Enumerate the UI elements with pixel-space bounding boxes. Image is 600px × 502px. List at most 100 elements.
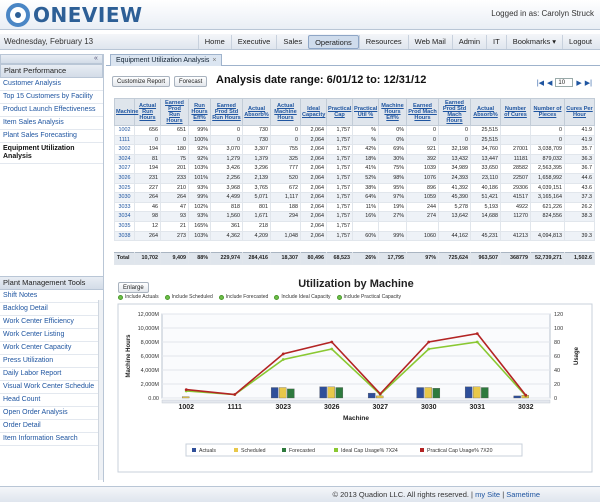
toggle-ideal-capacity[interactable]: Include Ideal Capacity [274,294,331,300]
tab-bar: Equipment Utilization Analysis × [106,54,600,66]
tool-backlog-detail[interactable]: Backlog Detail [0,303,103,316]
table-row[interactable]: 1002 656 651 99% 0 730 0 2,064 1,757% 0% 0 0 25,515 0… [114,125,595,136]
oneview-logo[interactable]: ONEVIEW [6,3,143,27]
next-page-icon[interactable]: ▶ [576,79,581,87]
column-header[interactable]: Actual Absorb% [470,98,501,126]
machine-cell[interactable]: 3038 [114,230,135,242]
column-header[interactable]: Number of Pieces [530,98,565,126]
machine-cell[interactable]: 3033 [114,201,135,213]
table-row[interactable]: 3002 194 180 92% 3,070 3,307 755 2,064 1,757 42% 6… [114,144,595,155]
toggle-practical-capacity[interactable]: Include Practical Capacity [336,294,401,300]
tool-item-information-search[interactable]: Item Information Search [0,433,103,446]
machine-cell[interactable]: 3026 [114,172,135,184]
table-cell: 41,392 [438,182,471,194]
first-page-icon[interactable]: |◀ [537,79,544,87]
table-row[interactable]: 3033 46 47 102% 818 801 188 2,064 1,757 11% 19% 244… [114,201,595,213]
table-cell: 36.7 [564,163,595,174]
table-row[interactable]: 3035 12 21 165% 361 218 2,064 1,757 [114,220,595,232]
sametime-link[interactable]: Sametime [506,490,540,499]
legend-swatch [282,448,286,452]
column-header[interactable]: Machine Hours Eff% [378,98,407,126]
machine-cell[interactable]: 3035 [114,220,135,232]
table-row[interactable]: 3024 81 75 92% 1,279 1,379 325 2,064 1,757 18% 30%… [114,153,595,165]
nav-home[interactable]: Home [197,35,231,49]
table-cell: 921 [406,144,439,155]
nav-resources[interactable]: Resources [358,35,408,49]
nav-web-mail[interactable]: Web Mail [407,35,452,49]
machine-cell[interactable]: 1002 [114,125,135,136]
tool-shift-notes[interactable]: Shift Notes [0,290,103,303]
column-header[interactable]: Actual Machine Hours [270,98,301,126]
column-header[interactable]: Practical Util % [352,98,379,126]
table-cell: 51,421 [470,192,501,203]
column-header[interactable]: Actual Absorb% [242,98,271,126]
table-row[interactable]: 3030 264 264 99% 4,499 5,071 1,117 2,064 1,757 64… [114,192,595,203]
tool-order-detail[interactable]: Order Detail [0,420,103,433]
tool-daily-labor-report[interactable]: Daily Labor Report [0,368,103,381]
tool-open-order-analysis[interactable]: Open Order Analysis [0,407,103,420]
last-page-icon[interactable]: ▶| [585,79,592,87]
sidebar-item-customer-analysis[interactable]: Customer Analysis [0,78,103,91]
toggle-actuals[interactable]: Include Actuals [118,294,159,300]
nav-bookmarks[interactable]: Bookmarks ▾ [505,35,562,49]
tool-head-count[interactable]: Head Count [0,394,103,407]
machine-cell[interactable]: 3030 [114,192,135,203]
column-header[interactable]: Actual Run Hours [134,98,161,126]
machine-cell[interactable]: 3034 [114,211,135,222]
column-header[interactable]: Number of Cures [500,98,531,126]
tab-equipment-utilization[interactable]: Equipment Utilization Analysis × [110,54,223,66]
column-header[interactable]: Ideal Capacity [300,98,327,126]
column-header[interactable]: Earned Prod Run Hours [160,98,189,126]
tool-visual-work-center-schedule[interactable]: Visual Work Center Schedule [0,381,103,394]
nav-it[interactable]: IT [486,35,506,49]
table-cell: 1,757 [326,182,353,194]
machine-cell[interactable]: 3024 [114,153,135,165]
column-header[interactable]: Machine [114,98,138,126]
column-header[interactable]: Earned Prod Std Mach Hours [438,98,471,126]
customize-report-button[interactable]: Customize Report [112,76,171,87]
nav-executive[interactable]: Executive [230,35,277,49]
table-row[interactable]: 1111 0 0 100% 0 730 0 2,064 1,757% 0% 0 0 25,515 0 41.… [114,134,595,146]
toggle-forecasted[interactable]: Include Forecasted [218,294,268,300]
table-row[interactable]: 3026 231 233 101% 2,256 2,139 520 2,064 1,757 52%… [114,172,595,184]
tool-work-center-capacity[interactable]: Work Center Capacity [0,342,103,355]
tool-work-center-efficiency[interactable]: Work Center Efficiency [0,316,103,329]
table-row[interactable]: 3027 194 201 103% 3,426 3,296 777 2,064 1,757 41%… [114,163,595,174]
prev-page-icon[interactable]: ◀ [547,79,552,87]
column-header[interactable]: Run Hours Eff% [188,98,211,126]
table-cell: % [352,134,379,146]
page-size-select[interactable]: 10 [555,78,574,87]
machine-cell[interactable]: 3025 [114,182,135,194]
sidebar-item-item-sales[interactable]: Item Sales Analysis [0,117,103,130]
column-header[interactable]: Cures Per Hour [564,98,595,126]
table-cell [564,220,595,232]
table-cell: 2,064 [300,172,327,184]
sidebar-item-product-launch[interactable]: Product Launch Effectiveness [0,104,103,117]
table-cell: 81 [134,153,161,165]
table-row[interactable]: 3034 98 93 93% 1,560 1,671 294 2,064 1,757 16% 27%… [114,211,595,222]
nav-operations[interactable]: Operations [308,35,359,49]
nav-sales[interactable]: Sales [276,35,308,49]
tool-work-center-listing[interactable]: Work Center Listing [0,329,103,342]
my-site-link[interactable]: my Site [475,490,500,499]
sidebar-item-top-15-customers[interactable]: Top 15 Customers by Facility [0,91,103,104]
sidebar-item-equipment-utilization[interactable]: Equipment Utilization Analysis [0,143,103,164]
legend-label: Ideal Cap Usage% 7X24 [341,448,398,454]
table-row[interactable]: 3025 227 210 93% 3,968 3,765 672 2,064 1,757 38% 9… [114,182,595,194]
machine-cell[interactable]: 1111 [114,134,135,146]
tools-scrollbar[interactable] [98,300,103,480]
column-header[interactable]: Earned Prod Std Run Hours [210,98,243,126]
forecast-button[interactable]: Forecast [173,76,208,87]
close-icon[interactable]: × [212,57,216,64]
nav-logout[interactable]: Logout [562,35,598,49]
collapse-icon[interactable]: « [92,55,100,63]
sidebar-item-plant-sales-forecasting[interactable]: Plant Sales Forecasting [0,130,103,143]
column-header[interactable]: Earned Prod Mach Hours [406,98,439,126]
machine-cell[interactable]: 3027 [114,163,135,174]
column-header[interactable]: Practical Cap [326,98,353,126]
machine-cell[interactable]: 3002 [114,144,135,155]
nav-admin[interactable]: Admin [451,35,486,49]
table-row[interactable]: 3038 264 273 103% 4,362 4,209 1,048 2,064 1,757 6… [114,230,595,242]
tool-press-utilization[interactable]: Press Utilization [0,355,103,368]
toggle-scheduled[interactable]: Include Scheduled [164,294,213,300]
